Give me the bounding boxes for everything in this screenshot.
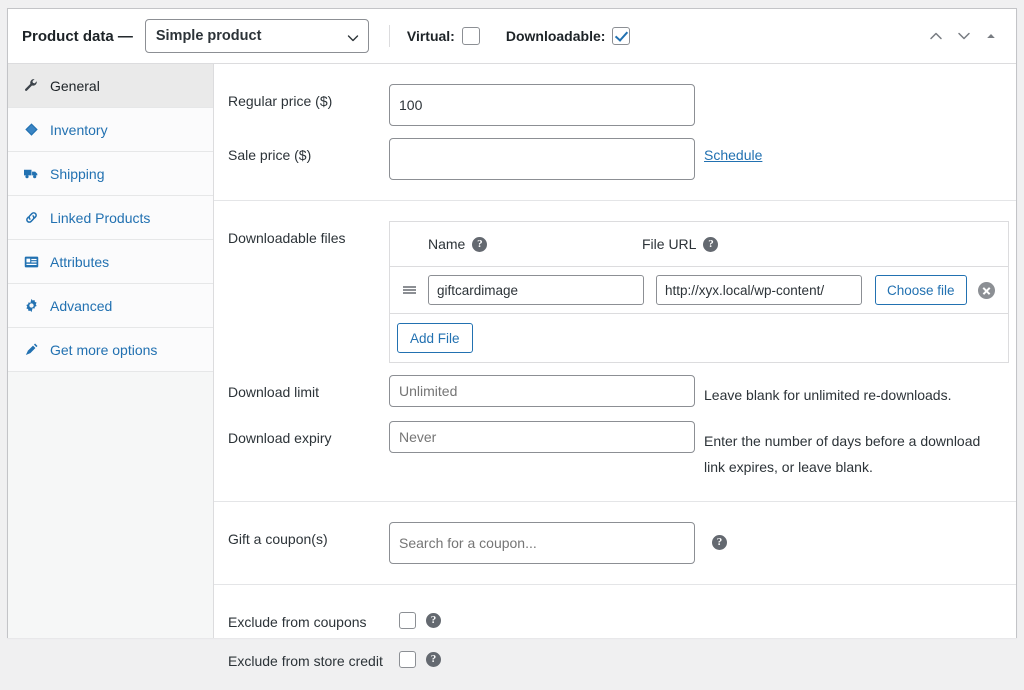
sidebar-item-attributes[interactable]: Attributes <box>8 240 213 284</box>
gift-coupon-label: Gift a coupon(s) <box>228 530 328 547</box>
download-limit-placeholder: Unlimited <box>399 383 458 399</box>
panel-body: General Inventory Shipping Linked Produc… <box>8 64 1016 669</box>
sidebar-item-label: Get more options <box>50 341 158 358</box>
download-expiry-row: Download expiry Never Enter the number o… <box>214 415 1016 487</box>
table-footer-row: Add File <box>390 314 1008 362</box>
help-icon[interactable]: ? <box>426 612 441 628</box>
sidebar-item-label: Inventory <box>50 121 108 138</box>
file-url-value: http://xyx.local/wp-content/ <box>665 282 825 298</box>
downloadable-checkbox[interactable] <box>612 27 631 45</box>
product-data-panel: Product data — Simple product Virtual: D… <box>7 8 1017 669</box>
sidebar-item-general[interactable]: General <box>8 64 213 108</box>
triangle-up-icon[interactable] <box>984 29 998 43</box>
download-expiry-hint: Enter the number of days before a downlo… <box>704 432 981 475</box>
page-title: Product data — <box>22 27 133 45</box>
chevron-down-icon <box>347 31 359 42</box>
table-row: giftcardimage http://xyx.local/wp-conten… <box>390 266 1008 314</box>
add-file-button[interactable]: Add File <box>397 323 473 353</box>
sidebar-item-linked-products[interactable]: Linked Products <box>8 196 213 240</box>
regular-price-input[interactable]: 100 <box>389 84 695 126</box>
column-header-file-url: File URL ? <box>642 236 719 252</box>
downloadable-files-table: Name ? File URL ? giftcardimage http://x… <box>389 221 1009 363</box>
sidebar-item-inventory[interactable]: Inventory <box>8 108 213 152</box>
download-limit-hint: Leave blank for unlimited re-downloads. <box>704 387 952 403</box>
delete-circle-icon[interactable] <box>977 281 995 299</box>
regular-price-label: Regular price ($) <box>228 93 333 109</box>
sidebar-item-label: Shipping <box>50 165 105 182</box>
sale-price-row: Sale price ($) Schedule <box>214 132 1016 186</box>
gift-coupon-row: Gift a coupon(s) Search for a coupon... … <box>214 516 1016 570</box>
drag-handle-icon[interactable] <box>390 285 428 296</box>
product-type-select[interactable]: Simple product <box>144 19 369 53</box>
regular-price-row: Regular price ($) 100 <box>214 78 1016 132</box>
sidebar-item-get-more-options[interactable]: Get more options <box>8 328 213 372</box>
exclusions-section: Exclude from coupons ? Exclude from stor… <box>214 585 1016 690</box>
sale-price-input[interactable] <box>389 138 695 180</box>
exclude-from-store-credit-row: Exclude from store credit ? <box>214 638 1016 677</box>
sidebar-item-label: Advanced <box>50 297 113 314</box>
download-expiry-input[interactable]: Never <box>389 420 695 453</box>
panel-order-controls <box>928 28 1004 44</box>
downloadable-section: Downloadable files Name ? File URL ? gif… <box>214 201 1016 502</box>
exclude-from-coupons-checkbox[interactable] <box>399 611 416 629</box>
link-icon <box>22 209 41 226</box>
truck-icon <box>22 165 41 182</box>
downloadable-label: Downloadable: <box>505 28 606 44</box>
help-icon[interactable]: ? <box>712 534 727 550</box>
sidebar-item-label: General <box>50 77 100 94</box>
column-header-name: Name ? <box>390 236 642 252</box>
panel-header: Product data — Simple product Virtual: D… <box>8 9 1016 64</box>
product-data-tabs: General Inventory Shipping Linked Produc… <box>8 64 214 638</box>
file-name-input[interactable]: giftcardimage <box>428 275 644 305</box>
file-url-input[interactable]: http://xyx.local/wp-content/ <box>656 275 862 305</box>
exclude-from-store-credit-checkbox[interactable] <box>399 650 416 668</box>
sidebar-item-advanced[interactable]: Advanced <box>8 284 213 328</box>
general-tab-content: Regular price ($) 100 Sale price ($) Sch… <box>214 64 1016 669</box>
table-header-row: Name ? File URL ? <box>390 222 1008 266</box>
sidebar-item-label: Attributes <box>50 253 110 270</box>
column-header-file-url-label: File URL <box>642 236 697 252</box>
sale-price-label: Sale price ($) <box>228 147 312 163</box>
tag-icon <box>22 121 41 138</box>
downloadable-files-label: Downloadable files <box>228 230 346 246</box>
gift-coupon-placeholder: Search for a coupon... <box>399 534 537 551</box>
sidebar-item-label: Linked Products <box>50 209 151 226</box>
regular-price-value: 100 <box>399 97 423 113</box>
downloadable-checkbox-group[interactable]: Downloadable: <box>506 27 631 45</box>
download-limit-row: Download limit Unlimited Leave blank for… <box>214 369 1016 415</box>
product-type-value: Simple product <box>155 28 262 44</box>
virtual-label: Virtual: <box>406 28 455 44</box>
header-divider <box>388 25 390 47</box>
column-header-name-label: Name <box>428 236 466 252</box>
gear-icon <box>22 297 41 314</box>
schedule-sale-link[interactable]: Schedule <box>704 138 762 163</box>
download-limit-label: Download limit <box>228 384 320 400</box>
chevron-up-icon[interactable] <box>928 28 944 44</box>
download-limit-input[interactable]: Unlimited <box>389 375 695 407</box>
help-icon[interactable]: ? <box>703 236 719 252</box>
help-icon[interactable]: ? <box>472 236 488 252</box>
download-expiry-placeholder: Never <box>399 428 437 445</box>
pricing-section: Regular price ($) 100 Sale price ($) Sch… <box>214 64 1016 201</box>
plug-icon <box>22 341 41 358</box>
virtual-checkbox-group[interactable]: Virtual: <box>407 27 480 45</box>
virtual-checkbox[interactable] <box>461 27 480 45</box>
download-expiry-label: Download expiry <box>228 429 332 446</box>
chevron-down-icon[interactable] <box>956 28 972 44</box>
gift-coupon-section: Gift a coupon(s) Search for a coupon... … <box>214 502 1016 585</box>
sidebar-item-shipping[interactable]: Shipping <box>8 152 213 196</box>
file-name-value: giftcardimage <box>437 282 519 298</box>
card-icon <box>22 253 41 270</box>
wrench-icon <box>22 77 41 94</box>
exclude-from-coupons-row: Exclude from coupons ? <box>214 599 1016 638</box>
downloadable-files-row: Downloadable files Name ? File URL ? gif… <box>214 215 1016 369</box>
exclude-from-coupons-label: Exclude from coupons <box>228 613 367 630</box>
help-icon[interactable]: ? <box>426 651 441 667</box>
gift-coupon-input[interactable]: Search for a coupon... <box>389 521 695 564</box>
choose-file-button[interactable]: Choose file <box>875 275 967 305</box>
